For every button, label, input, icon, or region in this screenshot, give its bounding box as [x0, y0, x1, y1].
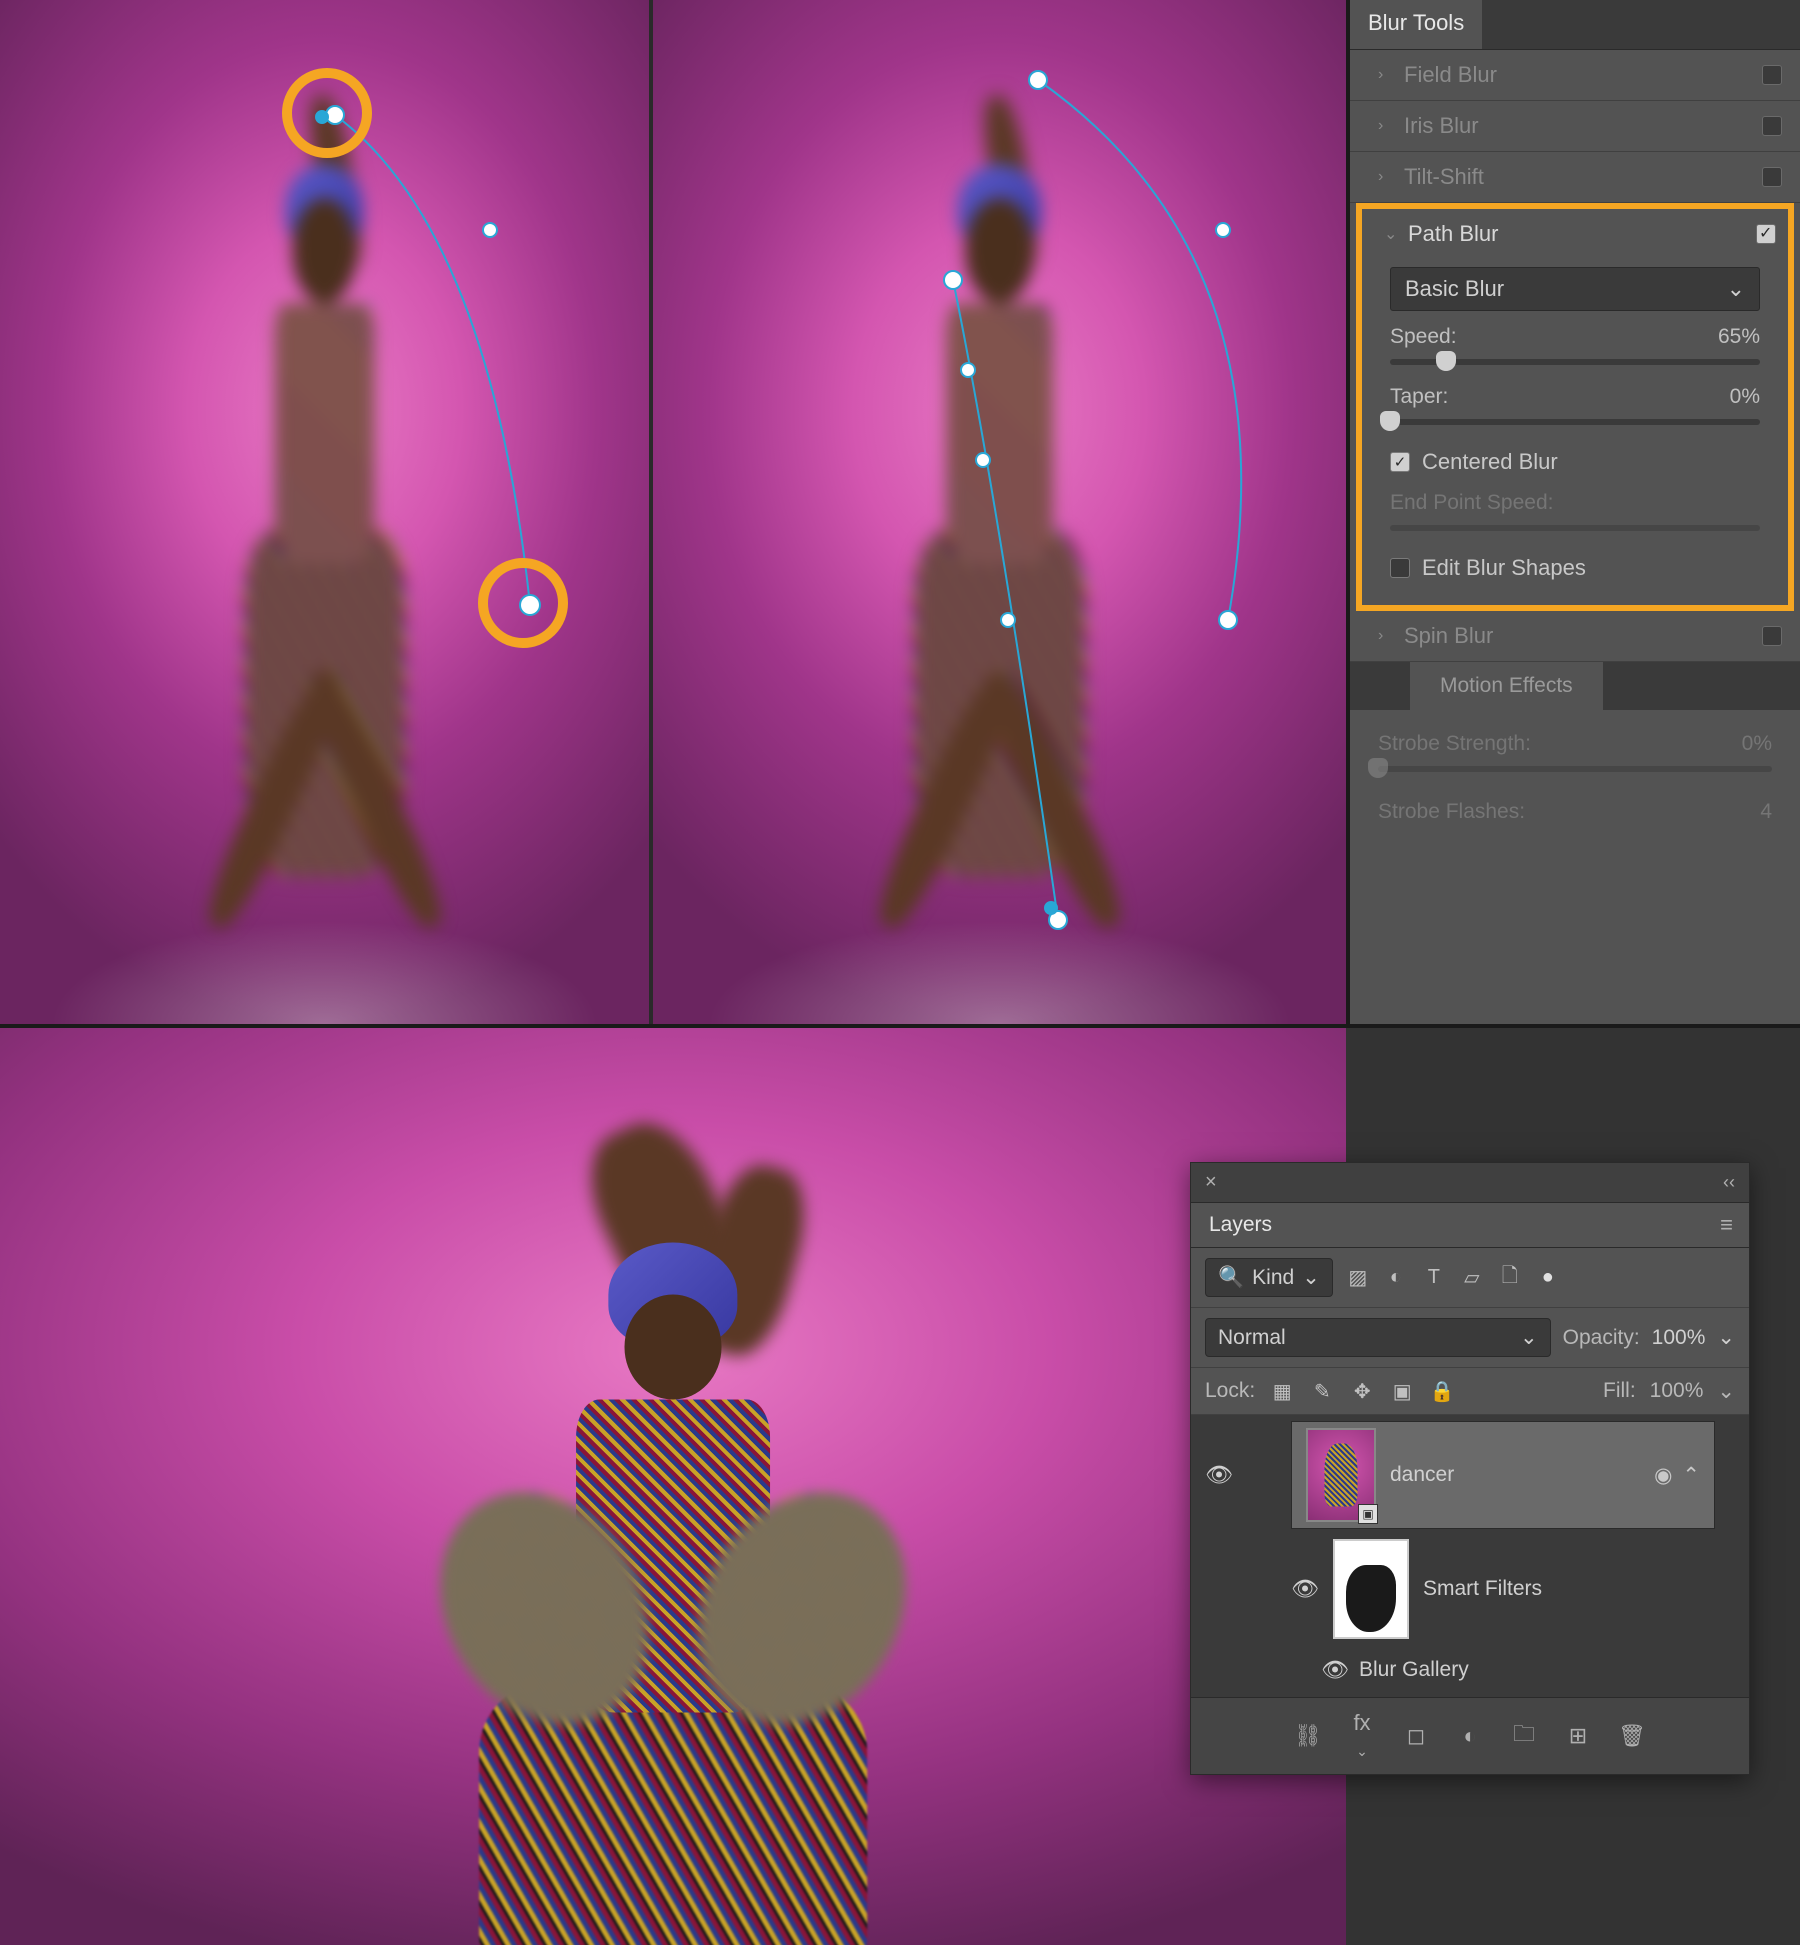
taper-label: Taper: — [1390, 385, 1448, 409]
path-blur-enable-checkbox[interactable] — [1756, 224, 1776, 244]
chevron-down-icon: ⌄ — [1520, 1325, 1538, 1350]
shape-icon[interactable]: ▱ — [1459, 1265, 1485, 1291]
motion-effects-tab[interactable]: Motion Effects — [1410, 662, 1603, 710]
layers-footer: ⛓ fx ◻ ◐ 🗀 ⊞ 🗑 — [1191, 1698, 1749, 1774]
link-icon[interactable]: ⛓ — [1294, 1723, 1322, 1749]
smart-filters-row[interactable]: 👁 Smart Filters — [1191, 1529, 1749, 1649]
new-layer-icon[interactable]: ⊞ — [1564, 1723, 1592, 1749]
speed-slider[interactable] — [1390, 359, 1760, 365]
canvas-preview-1[interactable] — [0, 0, 649, 1024]
panel-menu-icon[interactable]: ≡ — [1704, 1212, 1749, 1238]
adjustment-layer-icon[interactable]: ◐ — [1456, 1723, 1484, 1749]
path-endpoint-highlight-bottom — [478, 558, 568, 648]
layer-name[interactable]: dancer — [1390, 1463, 1454, 1487]
path-blur-mode-select[interactable]: Basic Blur⌄ — [1390, 267, 1760, 311]
tilt-shift-item[interactable]: Tilt-Shift — [1350, 152, 1800, 203]
chevron-down-icon: ⌄ — [1727, 276, 1745, 302]
strobe-strength-slider — [1378, 766, 1772, 772]
strobe-flashes-label: Strobe Flashes: — [1378, 800, 1525, 824]
close-icon[interactable]: × — [1205, 1171, 1217, 1194]
smartobject-badge-icon: ▣ — [1358, 1504, 1378, 1524]
fill-label: Fill: — [1603, 1379, 1636, 1403]
speed-label: Speed: — [1390, 325, 1457, 349]
chevron-down-icon: ⌄ — [1302, 1265, 1320, 1290]
layers-panel: × ‹‹ Layers ≡ 🔍 Kind ⌄ ▨ ◐ T ▱ 🗋 ● Norma… — [1190, 1162, 1750, 1775]
layer-thumbnail[interactable]: ▣ — [1306, 1428, 1376, 1522]
strobe-strength-value: 0% — [1742, 732, 1772, 756]
layer-filter-kind-select[interactable]: 🔍 Kind ⌄ — [1205, 1258, 1333, 1297]
blur-tools-tab[interactable]: Blur Tools — [1350, 0, 1482, 49]
strobe-strength-label: Strobe Strength: — [1378, 732, 1531, 756]
lock-label: Lock: — [1205, 1379, 1255, 1403]
blur-tools-panel: Blur Tools Field Blur Iris Blur Tilt-Shi… — [1350, 0, 1800, 1024]
taper-slider[interactable] — [1390, 419, 1760, 425]
fill-value[interactable]: 100% — [1650, 1379, 1704, 1403]
path-endpoint-highlight-top — [282, 68, 372, 158]
expand-icon[interactable]: ⌃ — [1682, 1463, 1700, 1488]
end-point-speed-slider — [1390, 525, 1760, 531]
filter-effects-icon[interactable]: ◉ — [1654, 1463, 1672, 1488]
strobe-flashes-value: 4 — [1760, 800, 1772, 824]
lock-brush-icon[interactable]: ✎ — [1309, 1378, 1335, 1404]
centered-blur-checkbox[interactable] — [1390, 452, 1410, 472]
edit-blur-shapes-checkbox[interactable] — [1390, 558, 1410, 578]
iris-blur-item[interactable]: Iris Blur — [1350, 101, 1800, 152]
canvas-result[interactable] — [0, 1028, 1346, 1945]
taper-value[interactable]: 0% — [1730, 385, 1760, 409]
chevron-down-icon[interactable]: ⌄ — [1717, 1325, 1735, 1350]
layers-tab[interactable]: Layers — [1191, 1203, 1290, 1247]
visibility-toggle[interactable]: 👁 — [1321, 1657, 1349, 1683]
lock-all-icon[interactable]: 🔒 — [1429, 1378, 1455, 1404]
layer-row-dancer[interactable]: ▣ dancer ◉ ⌃ — [1291, 1421, 1715, 1529]
blend-mode-select[interactable]: Normal⌄ — [1205, 1318, 1551, 1357]
end-point-speed-label: End Point Speed: — [1390, 491, 1553, 515]
opacity-value[interactable]: 100% — [1652, 1326, 1706, 1350]
adjustment-icon[interactable]: ◐ — [1383, 1265, 1409, 1291]
canvas-preview-2[interactable] — [653, 0, 1346, 1024]
spin-blur-item[interactable]: Spin Blur — [1350, 611, 1800, 662]
search-icon: 🔍 — [1218, 1266, 1244, 1290]
filter-toggle-icon[interactable]: ● — [1535, 1265, 1561, 1291]
smartobject-icon[interactable]: 🗋 — [1497, 1265, 1523, 1291]
blur-gallery-filter-row[interactable]: 👁 Blur Gallery — [1191, 1649, 1749, 1698]
mask-icon[interactable]: ◻ — [1402, 1723, 1430, 1749]
image-icon[interactable]: ▨ — [1345, 1265, 1371, 1291]
lock-artboard-icon[interactable]: ▣ — [1389, 1378, 1415, 1404]
field-blur-item[interactable]: Field Blur — [1350, 50, 1800, 101]
fx-icon[interactable]: fx — [1348, 1710, 1376, 1762]
speed-value[interactable]: 65% — [1718, 325, 1760, 349]
smart-filter-mask-thumbnail[interactable] — [1333, 1539, 1409, 1639]
lock-pixels-icon[interactable]: ▦ — [1269, 1378, 1295, 1404]
trash-icon[interactable]: 🗑 — [1618, 1723, 1646, 1749]
path-blur-header[interactable]: ⌄ Path Blur — [1362, 209, 1788, 259]
path-blur-section-highlight: ⌄ Path Blur Basic Blur⌄ Speed: 65% Taper:… — [1356, 203, 1794, 611]
group-icon[interactable]: 🗀 — [1510, 1717, 1538, 1755]
type-icon[interactable]: T — [1421, 1265, 1447, 1291]
collapse-icon[interactable]: ‹‹ — [1723, 1172, 1735, 1193]
opacity-label: Opacity: — [1563, 1326, 1640, 1350]
visibility-toggle[interactable]: 👁 — [1291, 1576, 1319, 1602]
chevron-down-icon: ⌄ — [1384, 224, 1398, 244]
lock-position-icon[interactable]: ✥ — [1349, 1378, 1375, 1404]
chevron-down-icon[interactable]: ⌄ — [1717, 1379, 1735, 1404]
visibility-toggle[interactable]: 👁 — [1205, 1462, 1233, 1488]
